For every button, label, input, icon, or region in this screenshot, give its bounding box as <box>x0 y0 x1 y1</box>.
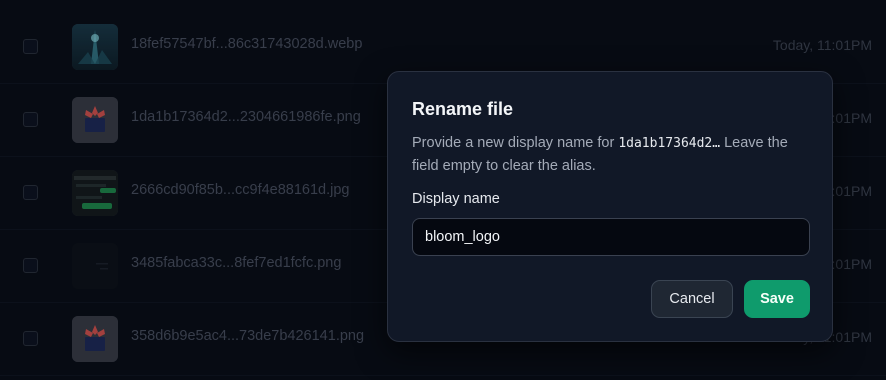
cancel-button[interactable]: Cancel <box>651 280 733 318</box>
description-prefix: Provide a new display name for <box>412 135 619 151</box>
dialog-description: Provide a new display name for 1da1b1736… <box>412 132 812 177</box>
page: 18fef57547bf...86c31743028d.webp Today, … <box>0 0 886 380</box>
display-name-input[interactable] <box>412 218 810 256</box>
save-button[interactable]: Save <box>744 280 810 318</box>
display-name-label: Display name <box>412 191 500 207</box>
rename-dialog: Rename file Provide a new display name f… <box>387 71 833 342</box>
description-filename: 1da1b17364d2… <box>618 136 721 151</box>
dialog-title: Rename file <box>412 99 514 119</box>
